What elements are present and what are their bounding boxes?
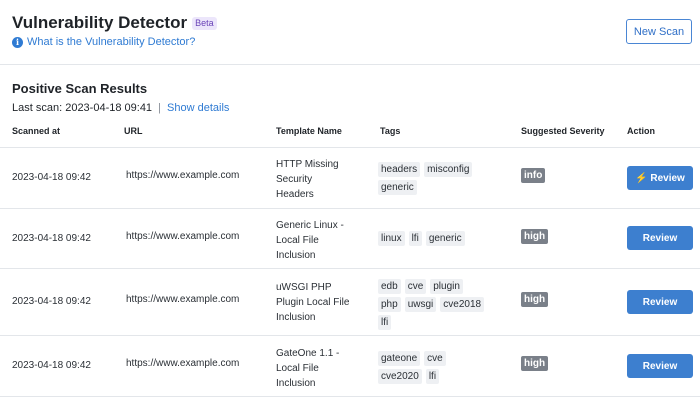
url-cell: https://www.example.com (126, 358, 240, 369)
table-row: 2023-04-18 09:42 https://www.example.com… (0, 268, 700, 335)
tag: misconfig (424, 162, 473, 177)
tag: lfi (378, 315, 392, 330)
tag: cve (424, 351, 446, 366)
column-header-scanned-at: Scanned at (12, 126, 61, 136)
tag: linux (378, 231, 405, 246)
info-icon: i (12, 36, 23, 48)
template-name-cell: HTTP Missing Security Headers (276, 157, 356, 202)
column-header-url: URL (124, 126, 143, 136)
template-name-line: Local File (276, 235, 319, 246)
template-name-line: Inclusion (276, 250, 316, 261)
column-header-template-name: Template Name (276, 126, 342, 136)
tag: lfi (408, 231, 422, 246)
column-header-suggested-severity: Suggested Severity (521, 126, 605, 136)
tags-cell: edb cve plugin php uwsgi cve2018 lfi (378, 279, 488, 330)
column-header-tags: Tags (380, 126, 401, 136)
template-name-line: Headers (276, 189, 314, 200)
severity-badge: high (521, 292, 549, 307)
tag: headers (378, 162, 421, 177)
help-link-label: What is the Vulnerability Detector? (27, 36, 196, 48)
scanned-at-cell: 2023-04-18 09:42 (12, 233, 91, 244)
severity-cell: high (521, 292, 549, 307)
template-name-line: Security (276, 174, 313, 185)
template-name-line: uWSGI PHP (276, 282, 332, 293)
template-name-line: Inclusion (276, 312, 316, 323)
scanned-at-cell: 2023-04-18 09:42 (12, 172, 91, 183)
url-cell: https://www.example.com (126, 294, 240, 305)
table-row: 2023-04-18 09:42 https://www.example.com… (0, 147, 700, 208)
template-name-line: Inclusion (276, 378, 316, 389)
tag: plugin (430, 279, 463, 294)
scanned-at-cell: 2023-04-18 09:42 (12, 296, 91, 307)
template-name-line: HTTP Missing (276, 159, 339, 170)
tag: generic (425, 231, 465, 246)
tag: edb (378, 279, 401, 294)
url-cell: https://www.example.com (126, 170, 240, 181)
severity-badge: high (521, 356, 549, 371)
review-button[interactable]: Review (627, 226, 693, 250)
table-bottom-divider (0, 396, 700, 397)
tag: cve2020 (378, 369, 422, 384)
separator: | (158, 102, 161, 114)
severity-badge: info (521, 168, 546, 183)
template-name-line: Plugin Local File (276, 297, 350, 308)
title-row: Vulnerability Detector Beta (12, 13, 217, 33)
severity-cell: info (521, 168, 546, 183)
template-name-line: GateOne 1.1 - (276, 348, 340, 359)
last-scan-info: Last scan: 2023-04-18 09:41 | Show detai… (12, 102, 229, 114)
review-button[interactable]: ⚡ Review (627, 166, 693, 190)
tag: generic (378, 180, 417, 195)
results-title: Positive Scan Results (12, 81, 148, 96)
review-button[interactable]: Review (627, 290, 693, 314)
severity-badge: high (521, 229, 549, 244)
template-name-line: Local File (276, 363, 319, 374)
severity-cell: high (521, 356, 549, 371)
tag: php (378, 297, 401, 312)
tag: uwsgi (404, 297, 437, 312)
table-row: 2023-04-18 09:42 https://www.example.com… (0, 335, 700, 396)
review-button[interactable]: Review (627, 354, 693, 378)
template-name-cell: GateOne 1.1 - Local File Inclusion (276, 346, 361, 391)
url-cell: https://www.example.com (126, 231, 240, 242)
tag: lfi (425, 369, 440, 384)
help-link[interactable]: i What is the Vulnerability Detector? (12, 36, 195, 48)
template-name-cell: Generic Linux - Local File Inclusion (276, 218, 361, 263)
new-scan-button[interactable]: New Scan (626, 19, 692, 44)
severity-cell: high (521, 229, 549, 244)
column-header-action: Action (627, 126, 655, 136)
tags-cell: headers misconfig generic (378, 162, 478, 195)
last-scan-value: 2023-04-18 09:41 (65, 102, 153, 114)
template-name-line: Generic Linux - (276, 220, 344, 231)
page-header: Vulnerability Detector Beta i What is th… (0, 0, 700, 65)
last-scan-label: Last scan: (12, 102, 63, 114)
table-row: 2023-04-18 09:42 https://www.example.com… (0, 208, 700, 268)
tags-cell: linux lfi generic (378, 231, 506, 246)
template-name-cell: uWSGI PHP Plugin Local File Inclusion (276, 280, 366, 325)
tags-cell: gateone cve cve2020 lfi (378, 351, 468, 384)
page-title: Vulnerability Detector (12, 13, 188, 32)
tag: cve (404, 279, 427, 294)
beta-badge: Beta (192, 16, 217, 30)
show-details-link[interactable]: Show details (167, 102, 229, 114)
tag: cve2018 (440, 297, 485, 312)
scanned-at-cell: 2023-04-18 09:42 (12, 360, 91, 371)
tag: gateone (378, 351, 421, 366)
